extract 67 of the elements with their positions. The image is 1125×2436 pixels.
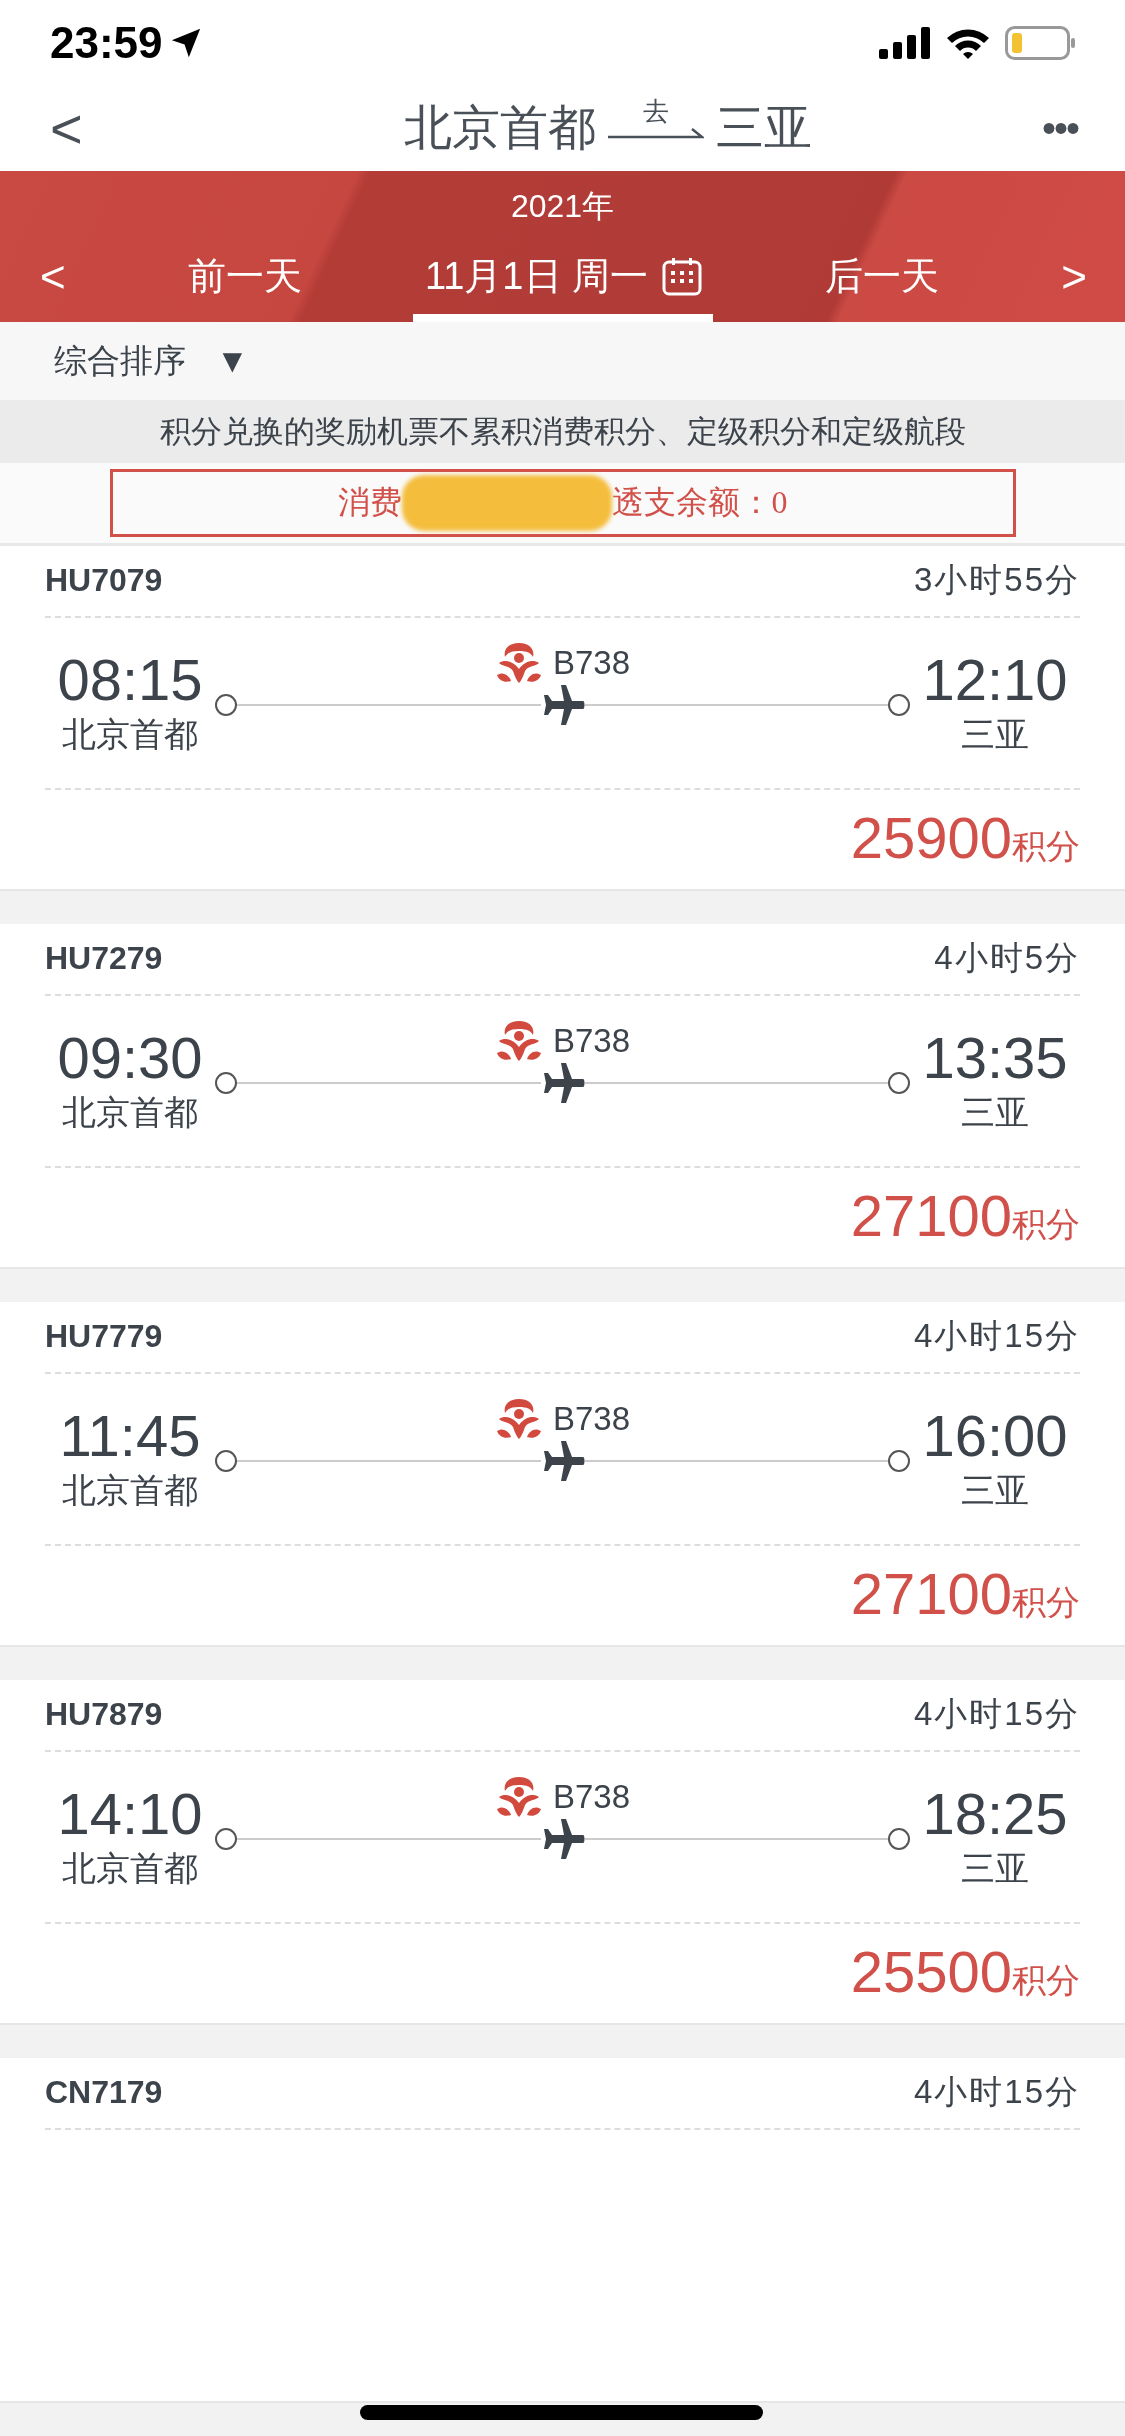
departure-city: 北京首都 [403, 100, 596, 157]
route-start-dot [215, 1828, 237, 1850]
departure-city: 北京首都 [62, 714, 198, 755]
calendar-icon [662, 257, 703, 296]
next-day-button[interactable]: 后一天 [824, 251, 939, 303]
flight-duration: 4小时15分 [913, 2072, 1080, 2113]
route-end-dot [888, 1450, 910, 1472]
flight-number: CN7179 [45, 2074, 163, 2112]
airline-logo-icon [494, 641, 543, 685]
airline-logo-icon [494, 1019, 543, 1063]
balance-text: 透支余额：0 [611, 482, 788, 522]
departure-time: 14:10 [57, 1782, 203, 1846]
battery-icon [1005, 25, 1077, 60]
arrival-city: 三亚 [715, 100, 812, 157]
flight-number: HU7279 [45, 940, 163, 978]
arrival-city: 三亚 [961, 1848, 1029, 1889]
points-unit: 积分 [1012, 1961, 1080, 2001]
departure-city: 北京首都 [62, 1848, 198, 1889]
aircraft-type: B738 [552, 644, 631, 682]
points-unit: 积分 [1012, 827, 1080, 867]
arrival-time: 13:35 [922, 1026, 1068, 1090]
points-price: 27100 [850, 1560, 1012, 1627]
notice-text: 积分兑换的奖励机票不累积消费积分、定级积分和定级航段 [0, 400, 1125, 463]
flight-duration: 4小时5分 [934, 938, 1080, 979]
flight-duration: 4小时15分 [913, 1316, 1080, 1357]
flight-duration: 3小时55分 [913, 560, 1080, 601]
points-unit: 积分 [1012, 1205, 1080, 1245]
arrival-city: 三亚 [961, 1092, 1029, 1133]
route-start-dot [215, 694, 237, 716]
departure-city: 北京首都 [62, 1092, 198, 1133]
arrival-time: 12:10 [922, 648, 1068, 712]
points-unit: 积分 [1012, 1583, 1080, 1623]
status-time: 23:59 [50, 17, 163, 68]
sort-dropdown[interactable]: 综合排序 ▼ [54, 338, 249, 384]
arrival-city: 三亚 [961, 1470, 1029, 1511]
route-end-dot [888, 1828, 910, 1850]
departure-time: 08:15 [57, 648, 203, 712]
departure-time: 09:30 [57, 1026, 203, 1090]
aircraft-type: B738 [552, 1400, 631, 1438]
flight-number: HU7879 [45, 1696, 163, 1734]
airline-logo-icon [494, 1397, 543, 1441]
flight-number: HU7779 [45, 1318, 163, 1356]
selected-date: 11月1日 周一 [424, 254, 649, 300]
aircraft-type: B738 [552, 1778, 631, 1816]
flight-duration: 4小时15分 [913, 1694, 1080, 1735]
year-label: 2021年 [510, 187, 615, 227]
arrival-city: 三亚 [961, 714, 1029, 755]
signal-icon [879, 26, 931, 59]
route-start-dot [215, 1450, 237, 1472]
route-end-dot [888, 694, 910, 716]
more-button[interactable]: ••• [1025, 105, 1095, 151]
route-end-dot [888, 1072, 910, 1094]
points-price: 25500 [850, 1938, 1012, 2005]
direction-label: 去 [642, 97, 669, 126]
previous-day-button[interactable]: 前一天 [188, 251, 303, 303]
points-price: 25900 [850, 804, 1012, 871]
flight-number: HU7079 [45, 562, 163, 600]
departure-time: 11:45 [59, 1404, 201, 1468]
airline-logo-icon [494, 1775, 543, 1819]
points-price: 27100 [850, 1182, 1012, 1249]
balance-text: 消费 [337, 482, 402, 522]
arrival-time: 18:25 [922, 1782, 1068, 1846]
back-button[interactable]: < [50, 95, 110, 161]
aircraft-type: B738 [552, 1022, 631, 1060]
arrival-time: 16:00 [922, 1404, 1068, 1468]
route-start-dot [215, 1072, 237, 1094]
departure-city: 北京首都 [62, 1470, 198, 1511]
